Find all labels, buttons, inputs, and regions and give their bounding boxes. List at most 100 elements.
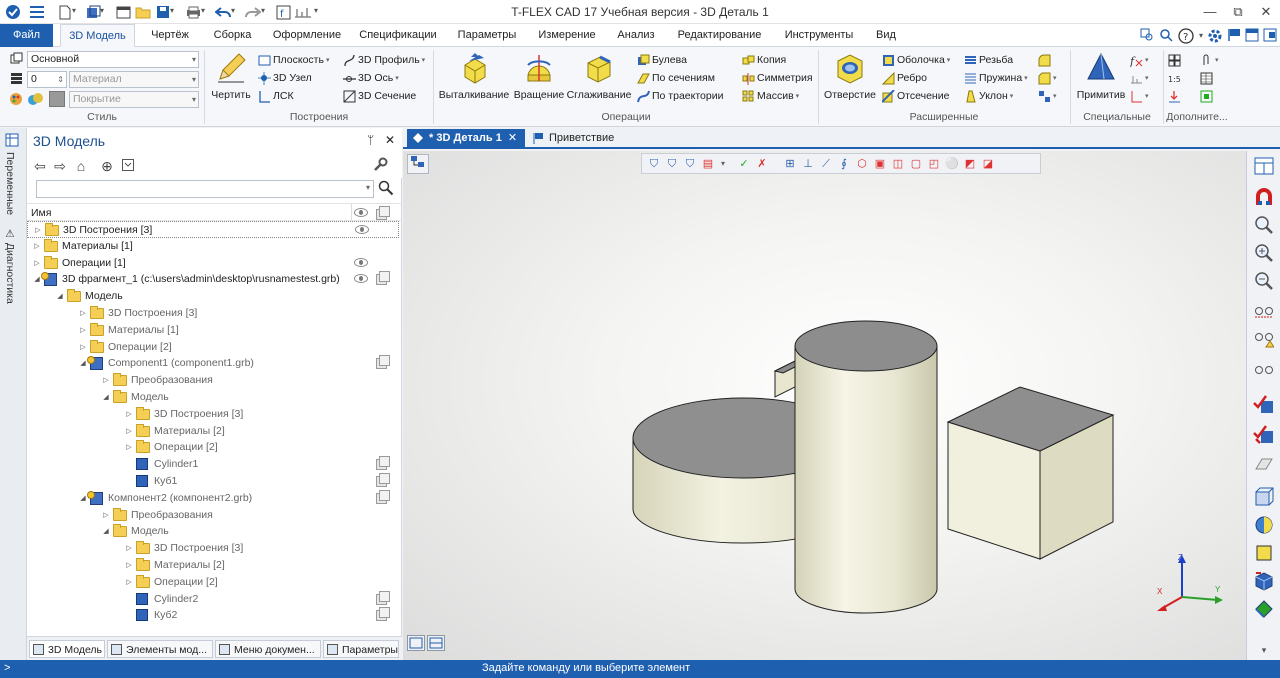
help-icon[interactable]: ? <box>1178 28 1194 44</box>
extrusion-button[interactable]: Выталкивание <box>437 51 511 101</box>
tab-tools[interactable]: Инструменты <box>778 24 860 47</box>
hole-button[interactable]: Отверстие <box>822 51 878 101</box>
measure-tool-button[interactable]: ▾ <box>1130 70 1149 87</box>
copy-icon[interactable] <box>376 607 390 621</box>
tree-item[interactable]: ◢ 3D фрагмент_1 (c:\users\admin\desktop\r… <box>27 271 399 288</box>
3d-node-button[interactable]: 3D Узел <box>258 70 312 87</box>
3d-axis-button[interactable]: 3D Ось ▾ <box>343 70 399 87</box>
color-swatch[interactable] <box>49 91 65 107</box>
expand-icon[interactable]: ▷ <box>32 255 42 272</box>
tree-item[interactable]: ◢ Модель <box>27 288 399 305</box>
visibility-eye-icon[interactable] <box>354 274 368 283</box>
back-icon[interactable]: ⇦ <box>31 157 49 175</box>
copy-column-icon[interactable] <box>376 206 390 220</box>
expand-icon[interactable]: ▷ <box>78 339 88 356</box>
bottom-tab-parameters[interactable]: Параметры <box>323 640 399 658</box>
tree-item[interactable]: Куб1 <box>27 473 399 490</box>
axis-tool-button[interactable]: ▾ <box>1130 88 1149 105</box>
tree-item[interactable]: ◢ Component1 (component1.grb) <box>27 355 399 372</box>
measure-dropdown-icon[interactable]: ▾ <box>314 6 322 18</box>
minimize-button[interactable]: — <box>1196 2 1224 22</box>
undo-dropdown-icon[interactable]: ▾ <box>231 6 239 18</box>
level-stepper[interactable]: 0 ⇕ <box>27 71 67 88</box>
app-logo-icon[interactable] <box>4 3 22 21</box>
visibility-column-icon[interactable] <box>354 208 368 217</box>
copy-icon[interactable] <box>376 271 390 285</box>
magnet-icon[interactable] <box>1253 187 1275 209</box>
expand-icon[interactable]: ▷ <box>32 238 42 255</box>
forward-icon[interactable]: ⇨ <box>51 157 69 175</box>
colored-view-icon[interactable] <box>1253 599 1275 621</box>
visibility-eye-icon[interactable] <box>355 225 369 234</box>
tab-assembly[interactable]: Сборка <box>205 24 260 47</box>
shaded-check-icon[interactable] <box>1253 395 1275 417</box>
glasses-icon[interactable] <box>1253 303 1275 325</box>
tree-item[interactable]: ▷ 3D Построения [3] <box>27 540 399 557</box>
front-view-icon[interactable] <box>1253 543 1275 565</box>
new-dropdown-icon[interactable]: ▾ <box>72 6 80 18</box>
tree-item[interactable]: ▷ Материалы [1] <box>27 238 399 255</box>
tree-item[interactable]: ▷ Преобразования <box>27 507 399 524</box>
boolean-button[interactable]: Булева <box>637 52 687 69</box>
tab-analysis[interactable]: Анализ <box>610 24 662 47</box>
tab-measurement[interactable]: Измерение <box>533 24 601 47</box>
zoom-icon[interactable] <box>1253 215 1275 237</box>
tree-item[interactable]: Cylinder2 <box>27 591 399 608</box>
expand-icon[interactable]: ▷ <box>33 222 43 239</box>
view-sphere-icon[interactable] <box>1253 515 1275 537</box>
zoom-in-icon[interactable] <box>1253 243 1275 265</box>
print-dropdown-icon[interactable]: ▾ <box>201 6 209 18</box>
3d-section-button[interactable]: 3D Сечение <box>343 88 416 105</box>
cylinder-tall[interactable] <box>794 320 938 614</box>
tree-item[interactable]: ▷ Операции [2] <box>27 439 399 456</box>
palette-icon[interactable] <box>9 92 23 106</box>
cube-right[interactable] <box>946 386 1115 560</box>
lcs-button[interactable]: ЛСК <box>258 88 294 105</box>
glasses-warning-icon[interactable] <box>1253 331 1275 353</box>
iso-view-icon[interactable] <box>1253 571 1275 593</box>
copy-icon[interactable] <box>376 591 390 605</box>
copy-icon[interactable] <box>376 473 390 487</box>
chevron-down-icon[interactable]: ▾ <box>1253 639 1275 661</box>
by-sections-button[interactable]: По сечениям <box>637 70 715 87</box>
measure-icon[interactable] <box>294 3 312 21</box>
expand-icon[interactable]: ▷ <box>101 372 111 389</box>
tab-design[interactable]: Оформление <box>268 24 346 47</box>
spring-button[interactable]: Пружина ▾ <box>964 70 1028 87</box>
additional-tool-2[interactable]: ▾ <box>1200 52 1219 69</box>
expand-icon[interactable]: ▷ <box>124 439 134 456</box>
tree-item[interactable]: ▷ Преобразования <box>27 372 399 389</box>
tab-3d-model[interactable]: 3D Модель <box>60 24 135 47</box>
redo-icon[interactable] <box>244 3 262 21</box>
tree-item[interactable]: ◢ Компонент2 (компонент2.grb) <box>27 490 399 507</box>
tree-item[interactable]: Куб2 <box>27 607 399 624</box>
color-picker-icon[interactable] <box>28 92 44 106</box>
menu-icon[interactable] <box>28 3 46 21</box>
draft-button[interactable]: Уклон ▾ <box>964 88 1013 105</box>
expand-icon[interactable]: ▷ <box>101 507 111 524</box>
thread-button[interactable]: Резьба <box>964 52 1013 69</box>
redo-dropdown-icon[interactable]: ▾ <box>261 6 269 18</box>
tab-drawing[interactable]: Чертёж <box>140 24 200 47</box>
single-view-button[interactable] <box>407 635 425 651</box>
doc-tab-close-button[interactable]: ✕ <box>508 132 517 144</box>
open-folder-icon[interactable] <box>134 3 152 21</box>
primitive-button[interactable]: Примитив <box>1074 51 1128 101</box>
tree-item[interactable]: ▷ Операции [2] <box>27 574 399 591</box>
tree-item[interactable]: ▷ 3D Построения [3] <box>27 406 399 423</box>
3d-viewport[interactable]: ⛉ ⛉ ⛉ ▤ ▾ ✓ ✗ ⊞ ⊥ ⟋ ∮ ⬡ ▣ ◫ ▢ ◰ ⚪ ◩ ◪ Z … <box>403 151 1246 660</box>
tree-item[interactable]: ▷ Операции [1] <box>27 255 399 272</box>
ribbon-toggle-icon[interactable] <box>1262 28 1278 44</box>
extra-tool-3[interactable]: ▾ <box>1038 88 1057 105</box>
expand-icon[interactable]: ▷ <box>124 557 134 574</box>
tab-view[interactable]: Вид <box>868 24 904 47</box>
tree-item[interactable]: ◢ Модель <box>27 389 399 406</box>
by-trajectory-button[interactable]: По траектории <box>637 88 723 105</box>
tab-editing[interactable]: Редактирование <box>672 24 767 47</box>
search-commands-icon[interactable] <box>1139 28 1155 44</box>
view-cube-icon[interactable] <box>1253 487 1275 509</box>
shell-button[interactable]: Оболочка ▾ <box>882 52 950 69</box>
side-tab-variables[interactable]: Переменные <box>4 152 16 215</box>
window-layout-icon[interactable] <box>1244 28 1260 44</box>
tree-item[interactable]: ▷ Операции [2] <box>27 339 399 356</box>
